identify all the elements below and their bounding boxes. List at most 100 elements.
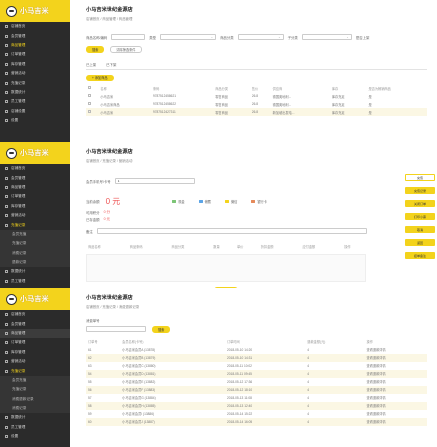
column-header: 库存 (331, 86, 339, 91)
category-select[interactable]: ⌄ (237, 34, 284, 40)
sidebar-item[interactable]: 订单管理 (0, 50, 70, 59)
sidebar-item[interactable]: 数据统计 (0, 267, 70, 276)
sidebar-item[interactable]: 订单管理 (0, 338, 70, 347)
side-action-button[interactable]: 挂单备注 (405, 252, 435, 259)
table-row[interactable]: 55 小马吉米会员E (13882) 2018-05-12 17:36 4 查看退款详情 (86, 378, 427, 386)
tab-listed[interactable]: 已上架 (86, 62, 96, 69)
sidebar-item[interactable]: 会员充值 (0, 229, 70, 240)
sidebar-item[interactable]: 设置 (0, 116, 70, 125)
sidebar-item-label: 充值记录 (12, 241, 27, 246)
sidebar-item[interactable]: 商品管理 (0, 328, 70, 339)
product-name-input[interactable] (111, 34, 146, 40)
search-button[interactable]: 搜索 (86, 46, 105, 53)
sidebar-item[interactable]: 充值记录 (0, 366, 70, 375)
table-row[interactable]: 56 小马吉米会员F (13883) 2018-05-12 18:10 4 查看退款详情 (86, 385, 427, 394)
order-number-input[interactable] (86, 326, 146, 333)
sidebar-item[interactable]: 商品管理 (0, 183, 70, 192)
type-select[interactable]: ⌄ (160, 34, 217, 40)
logo[interactable]: 小马吉米 (0, 0, 70, 22)
refund-detail-link[interactable]: 查看退款详情 (365, 362, 427, 370)
table-row[interactable]: 58 小马吉米会员H (13885) 2018-05-13 12:40 4 查看退款详情 (86, 401, 427, 410)
sidebar-item[interactable]: 营销活动 (0, 211, 70, 220)
row-checkbox[interactable] (88, 102, 91, 105)
sidebar-item[interactable]: 会员充值 (0, 375, 70, 386)
sidebar-item[interactable]: 营销活动 (0, 69, 70, 78)
refund-detail-link[interactable]: 查看退款详情 (365, 346, 427, 354)
table-row[interactable]: 小马吉米商品 9787512458622 零售商品 26.8 德国奥地利... 库存充足 是 (86, 100, 427, 108)
sidebar-item[interactable]: 库存管理 (0, 348, 70, 357)
sidebar-item[interactable]: 会员管理 (0, 31, 70, 40)
sidebar-item[interactable]: 充值记录 (0, 78, 70, 87)
sidebar-item[interactable]: 店铺首页 (0, 164, 70, 173)
table-row[interactable]: 59 小马吉米会员I (13886) 2018-05-14 15:22 4 查看退款详情 (86, 410, 427, 418)
add-product-button[interactable]: + 添加商品 (86, 74, 114, 81)
sidebar-item[interactable]: 退款记录 (0, 257, 70, 268)
refund-detail-link[interactable]: 查看退款详情 (365, 378, 427, 386)
table-row[interactable]: 小马吉米 9787512458621 零售商品 26.8 德国奥地利... 库存充足 是 (86, 92, 427, 100)
reset-button[interactable]: 清除筛选条件 (110, 46, 142, 53)
table-cell: 2018-05-13 11:08 (227, 395, 252, 400)
pay-method-option[interactable]: 银行卡 (251, 199, 267, 204)
sidebar-item[interactable]: 数据统计 (0, 88, 70, 97)
sidebar-item[interactable]: 充值记录 (0, 239, 70, 249)
table-row[interactable]: 60 小马吉米会员J (13887) 2018-05-14 16:05 4 查看退款详情 (86, 417, 427, 426)
table-row[interactable]: 62 小马吉米会员B (13879) 2018-05-10 14:31 4 查看退款详情 (86, 353, 427, 362)
sidebar-item[interactable]: 消费退款记录 (0, 394, 70, 404)
side-action-button[interactable]: 打印小票 (405, 213, 435, 220)
side-action-button[interactable]: 充值记录 (405, 187, 435, 194)
sidebar-item[interactable]: 店铺首页 (0, 22, 70, 31)
refund-detail-link[interactable]: 查看退款详情 (364, 353, 427, 362)
sidebar-item[interactable]: 商品管理 (0, 41, 70, 50)
sidebar-item[interactable]: 营销活动 (0, 357, 70, 366)
logo[interactable]: 小马吉米 (0, 288, 70, 310)
table-row[interactable]: 57 小马吉米会员G (13884) 2018-05-13 11:08 4 查看退款详情 (86, 394, 427, 402)
subcategory-select[interactable]: ⌄ (301, 34, 352, 40)
refund-detail-link[interactable]: 查看退款详情 (364, 417, 427, 426)
sidebar-item[interactable]: 库存管理 (0, 202, 70, 211)
sidebar-item[interactable]: 会员管理 (0, 319, 70, 328)
side-action-button[interactable]: 取消 (405, 226, 435, 233)
refund-detail-link[interactable]: 查看退款详情 (364, 369, 427, 378)
sidebar-item[interactable]: 会员管理 (0, 173, 70, 182)
member-input[interactable]: 1 (114, 178, 195, 184)
refund-detail-link[interactable]: 查看退款详情 (365, 410, 427, 418)
logo[interactable]: 小马吉米 (0, 142, 70, 164)
sidebar-item[interactable]: 数据统计 (0, 413, 70, 422)
filter-label-listed: 是否上架 (355, 35, 370, 40)
sidebar-item[interactable]: 员工管理 (0, 423, 70, 432)
sidebar-item[interactable]: 订单管理 (0, 192, 70, 201)
sidebar-item[interactable]: 消费记录 (0, 248, 70, 258)
table-row[interactable]: 54 小马吉米会员D (13881) 2018-05-11 09:45 4 查看退款详情 (86, 369, 427, 378)
side-action-button[interactable]: 关闭订单 (405, 200, 435, 207)
sidebar-item[interactable]: 店铺设置 (0, 107, 70, 116)
refund-detail-link[interactable]: 查看退款详情 (365, 394, 427, 402)
sidebar-item[interactable]: 消费记录 (0, 403, 70, 414)
sidebar-item[interactable]: 库存管理 (0, 60, 70, 69)
sidebar-item[interactable]: 员工管理 (0, 277, 70, 286)
refund-detail-link[interactable]: 查看退款详情 (364, 385, 427, 394)
sidebar-item[interactable]: 充值记录 (0, 385, 70, 395)
side-action-button[interactable]: 返回 (405, 239, 435, 246)
table-row[interactable]: 小马吉米 9787512427311 零售商品 26.8 新加坡出发哈... 库存充足是 (86, 108, 427, 116)
column-header: 售价 (251, 86, 259, 91)
pay-method-option[interactable]: 微信 (224, 199, 237, 204)
sidebar-item[interactable]: 店铺首页 (0, 310, 70, 319)
sidebar-item[interactable]: 设置 (0, 432, 70, 441)
sidebar-item[interactable]: 充值记录 (0, 220, 70, 229)
select-all-checkbox[interactable] (88, 86, 91, 89)
side-recharge-label[interactable]: 充值 (405, 174, 435, 181)
refund-detail-link[interactable]: 查看退款详情 (364, 401, 427, 410)
pay-method-option[interactable]: 储蓄 (198, 199, 211, 204)
sidebar-item[interactable]: 员工管理 (0, 97, 70, 106)
sidebar-item-label: 营销活动 (11, 359, 26, 364)
table-row[interactable]: 61 小马吉米会员A (13878) 2018-05-10 14:20 4 查看退款详情 (86, 346, 427, 354)
tab-unlisted[interactable]: 已下架 (106, 62, 116, 69)
remark-input[interactable] (96, 228, 367, 234)
table-row[interactable]: 63 小马吉米会员C (13880) 2018-05-11 10:02 4 查看退款详情 (86, 362, 427, 370)
search-button[interactable]: 搜索 (152, 326, 171, 333)
table-cell: 4 (307, 411, 310, 416)
row-checkbox[interactable] (88, 94, 91, 97)
pay-method-option[interactable]: 现金 (172, 199, 185, 204)
row-checkbox[interactable] (88, 110, 91, 113)
menu-icon (5, 25, 8, 29)
